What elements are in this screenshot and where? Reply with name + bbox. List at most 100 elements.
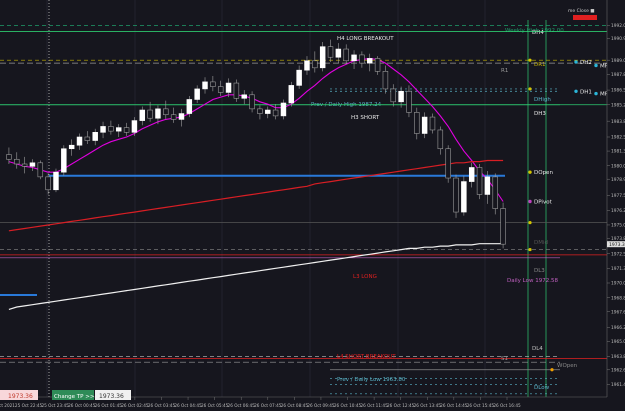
price-tick-label: 1972.55: [611, 251, 625, 257]
price-tick-label: 1963.80: [611, 354, 625, 360]
level-label: DL4: [532, 346, 543, 352]
level-label: H4 LONG BREAKOUT: [337, 36, 394, 42]
candle-body: [155, 108, 161, 119]
price-tick-label: 1985.25: [611, 102, 625, 108]
time-tick-label: 26 Oct 01:45: [95, 403, 123, 408]
close-button[interactable]: [573, 15, 597, 20]
time-tick-label: 26 Oct 06:45: [228, 403, 256, 408]
price-tick-label: 1992.00: [611, 23, 625, 29]
time-tick-label: 26 Oct 14:45: [440, 403, 468, 408]
candle-body: [500, 208, 506, 245]
candle-body: [6, 154, 12, 160]
time-tick-label: 26 Oct 08:45: [281, 403, 309, 408]
candle-body: [84, 136, 91, 141]
price-tick-label: 1965.05: [611, 339, 625, 345]
price-tick-label: 1962.65: [611, 367, 625, 373]
candle-body: [414, 112, 420, 134]
candle-body: [186, 99, 193, 114]
level-label: H3 SHORT: [351, 115, 380, 121]
candle-body: [382, 71, 389, 90]
candle-body: [29, 162, 36, 167]
bottom-left-value: 1973.36: [8, 393, 33, 400]
candle-body: [484, 176, 491, 195]
level-label: DMid: [534, 240, 548, 246]
candle-body: [280, 102, 287, 117]
candle-body: [453, 177, 459, 213]
time-tick-label: 26 Oct 07:45: [254, 403, 282, 408]
candle-body: [139, 109, 145, 121]
candle-body: [131, 120, 138, 133]
price-tick-label: 1973.85: [611, 236, 625, 242]
time-tick-label: 26 Oct 02:45: [121, 403, 149, 408]
candle-body: [202, 81, 208, 90]
time-tick-label: 25 Oct 23:45: [42, 403, 70, 408]
header-status: me Close ■: [568, 8, 595, 14]
level-marker-dot: [528, 58, 532, 62]
time-tick-label: 26 Oct 09:45: [307, 403, 335, 408]
candle-body: [76, 136, 83, 146]
level-marker-label: DH1: [580, 89, 592, 95]
candle-body: [249, 94, 255, 110]
time-tick-label: 26 Oct 03:45: [148, 403, 176, 408]
candle-body: [461, 181, 467, 213]
level-marker-label: DH2: [580, 60, 592, 66]
candle-body: [288, 85, 295, 104]
candle-body: [21, 163, 28, 167]
candle-body: [68, 144, 75, 150]
candle-body: [429, 116, 436, 131]
level-marker-dot: [528, 87, 532, 91]
candle-body: [233, 82, 240, 99]
candle-body: [217, 86, 224, 93]
candle-body: [257, 108, 263, 114]
candle-body: [163, 108, 169, 116]
price-tick-label: 1976.25: [611, 208, 625, 214]
time-tick-label: 26 Oct 10:45: [334, 403, 362, 408]
level-marker-dot: [528, 247, 532, 252]
level-label: DH3: [534, 111, 546, 117]
candle-body: [374, 58, 381, 72]
level-label: DLow: [534, 385, 550, 391]
candle-body: [367, 58, 373, 64]
candle-body: [14, 158, 20, 165]
level-marker-label: DOpen: [534, 170, 553, 176]
price-chart[interactable]: Weekly High 1992.00DH4H4 LONG BREAKOUTDR…: [0, 0, 625, 411]
candle-body: [210, 81, 216, 87]
candle-body: [178, 113, 185, 120]
time-tick-label: 26 Oct 05:45: [201, 403, 229, 408]
candle-body: [445, 148, 451, 179]
candle-body: [437, 129, 444, 150]
candle-body: [351, 54, 357, 62]
price-tick-label: 1975.00: [611, 223, 625, 229]
price-tick-label: 1989.05: [611, 58, 625, 64]
level-label: R1: [501, 68, 508, 74]
candle-body: [343, 48, 349, 62]
level-label: Prev / Daily Low 1963.80: [337, 377, 406, 383]
level-label: DH4: [532, 30, 544, 36]
candle-body: [108, 126, 114, 132]
price-tick-label: 1966.25: [611, 325, 625, 331]
candle-body: [406, 90, 412, 113]
candle-body: [304, 60, 310, 71]
time-tick-label: 26 Oct 16:45: [493, 403, 521, 408]
price-tick-label: 1986.50: [611, 88, 625, 94]
candle-body: [116, 127, 122, 132]
level-label: S1: [501, 356, 508, 362]
candle-body: [468, 167, 475, 182]
time-tick-label: 26 Oct 11:45: [360, 403, 388, 408]
position-marker: [0, 294, 37, 296]
level-marker-dot: [528, 221, 532, 225]
level-label: WOpen: [557, 363, 578, 369]
candle-body: [398, 90, 404, 103]
candle-body: [194, 88, 200, 100]
candle-body: [390, 88, 396, 103]
candle-body: [335, 48, 342, 58]
candle-body: [476, 167, 483, 195]
level-label: DHigh: [534, 97, 551, 103]
candle-body: [147, 109, 153, 119]
level-label: L3 LONG: [353, 274, 377, 280]
candle-body: [225, 82, 232, 93]
level-marker-dot: [574, 60, 578, 64]
candle-body: [92, 132, 98, 141]
candle-body: [45, 176, 51, 191]
level-marker-dot: [550, 368, 554, 372]
